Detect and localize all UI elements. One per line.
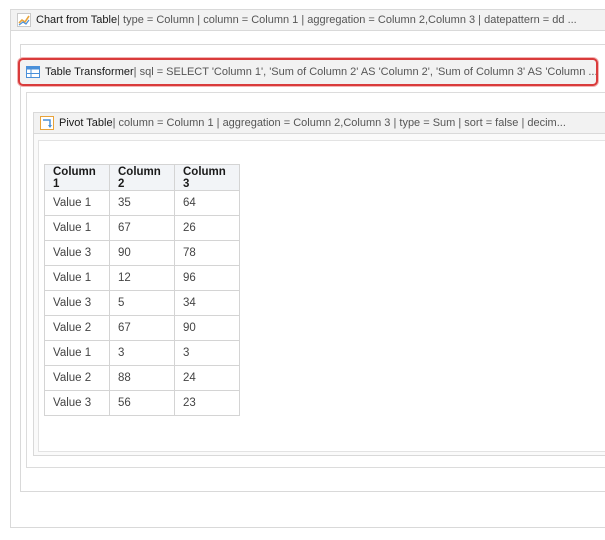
- table-header-row: Column 1 Column 2 Column 3: [44, 164, 240, 191]
- pivot-macro-params: | column = Column 1 | aggregation = Colu…: [112, 117, 566, 129]
- table-cell: Value 2: [44, 365, 110, 391]
- column-header[interactable]: Column 1: [44, 164, 110, 191]
- table-row: Value 3 56 23: [44, 390, 240, 416]
- table-row: Value 1 35 64: [44, 190, 240, 216]
- transformer-macro-title: Table Transformer: [45, 66, 134, 78]
- table-row: Value 1 12 96: [44, 265, 240, 291]
- table-cell: Value 1: [44, 265, 110, 291]
- table-cell: 64: [174, 190, 240, 216]
- table-cell: Value 1: [44, 215, 110, 241]
- chart-line-icon: [17, 13, 31, 27]
- chart-macro-header[interactable]: Chart from Table | type = Column | colum…: [10, 9, 605, 31]
- table-cell: 5: [109, 290, 175, 316]
- pivot-macro-header[interactable]: Pivot Table | column = Column 1 | aggreg…: [33, 112, 605, 134]
- table-row: Value 3 5 34: [44, 290, 240, 316]
- table-cell: Value 2: [44, 315, 110, 341]
- table-row: Value 1 3 3: [44, 340, 240, 366]
- table-cell: 90: [174, 315, 240, 341]
- table-cell: 3: [109, 340, 175, 366]
- chart-macro-title: Chart from Table: [36, 14, 118, 26]
- table-row: Value 1 67 26: [44, 215, 240, 241]
- table-cell: 34: [174, 290, 240, 316]
- table-cell: 35: [109, 190, 175, 216]
- column-header[interactable]: Column 3: [174, 164, 240, 191]
- table-cell: Value 3: [44, 390, 110, 416]
- table-row: Value 3 90 78: [44, 240, 240, 266]
- table-cell: 96: [174, 265, 240, 291]
- transformer-macro-header[interactable]: Table Transformer | sql = SELECT 'Column…: [18, 58, 598, 86]
- table-cell: Value 3: [44, 290, 110, 316]
- table-cell: 90: [109, 240, 175, 266]
- pivot-table: Column 1 Column 2 Column 3 Value 1 35 64…: [44, 164, 240, 416]
- pivot-table-icon: [40, 116, 54, 130]
- table-row: Value 2 88 24: [44, 365, 240, 391]
- column-header[interactable]: Column 2: [109, 164, 175, 191]
- table-row: Value 2 67 90: [44, 315, 240, 341]
- table-cell: 12: [109, 265, 175, 291]
- table-cell: Value 1: [44, 190, 110, 216]
- table-cell: 67: [109, 215, 175, 241]
- table-cell: 67: [109, 315, 175, 341]
- table-cell: 23: [174, 390, 240, 416]
- table-cell: 78: [174, 240, 240, 266]
- table-cell: 26: [174, 215, 240, 241]
- transformer-macro-params: | sql = SELECT 'Column 1', 'Sum of Colum…: [133, 66, 598, 78]
- table-cell: 24: [174, 365, 240, 391]
- table-cell: 88: [109, 365, 175, 391]
- chart-macro-params: | type = Column | column = Column 1 | ag…: [117, 14, 577, 26]
- table-cell: 3: [174, 340, 240, 366]
- table-cell: Value 3: [44, 240, 110, 266]
- table-cell: Value 1: [44, 340, 110, 366]
- table-transformer-icon: [26, 66, 40, 78]
- table-cell: 56: [109, 390, 175, 416]
- pivot-macro-title: Pivot Table: [59, 117, 113, 129]
